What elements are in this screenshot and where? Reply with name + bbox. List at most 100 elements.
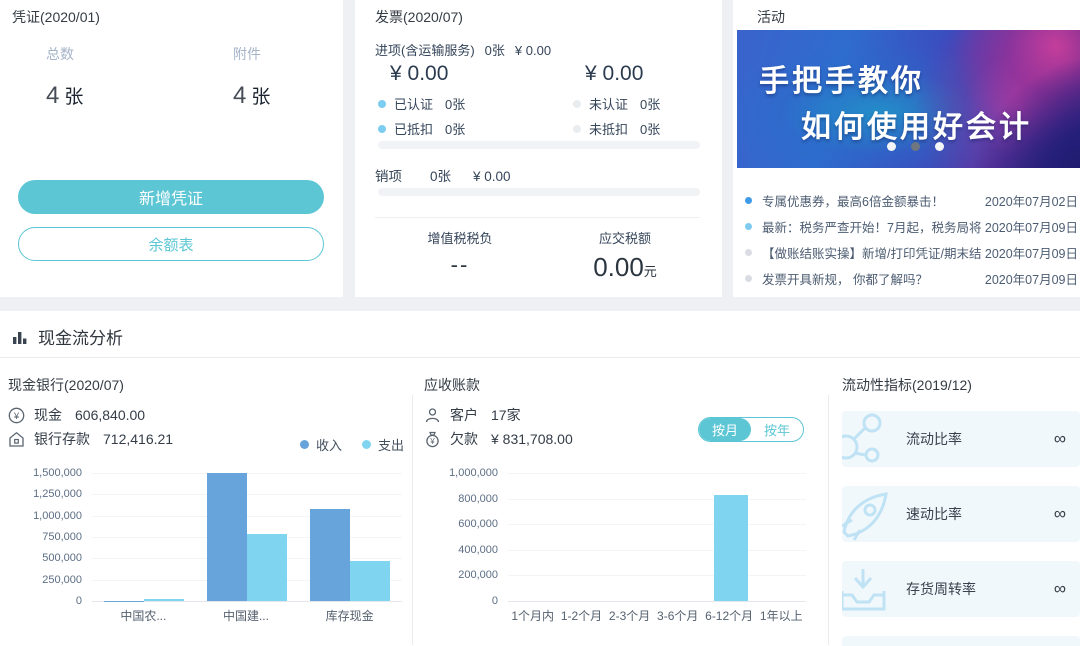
liquidity-card-list: 流动比率 ∞ 速动比率 ∞ 存货周转率 ∞ [842,411,1080,646]
news-dot-icon [745,197,752,204]
quick-ratio-value: ∞ [1054,504,1066,524]
news-item[interactable]: 【做账结账实操】新增/打印凭证/期末结转 2020年07月09日 [745,239,1078,265]
voucher-total-stat: 总数 4张 [46,44,83,110]
inventory-turnover-card[interactable]: 存货周转率 ∞ [842,561,1080,617]
cash-label: 现金 [34,405,62,425]
voucher-attachment-stat: 附件 4张 [233,44,270,110]
uncertified-dot-icon [573,100,581,108]
chart-legend: 收入 支出 [300,435,404,454]
news-date: 2020年07月02日 [985,191,1078,210]
debt-label: 欠款 [450,429,478,449]
tax-payable-label: 应交税额 [545,228,705,247]
news-date: 2020年07月09日 [985,243,1078,262]
carousel-dot-3[interactable] [935,142,944,151]
cashflow-section-header: 现金流分析 [12,324,123,349]
banner-headline-1: 手把手教你 [759,56,924,100]
news-date: 2020年07月09日 [985,217,1078,236]
invoice-output-amount: ¥ 0.00 [473,169,511,184]
receivable-panel: 应收账款 客户 17家 ¥ 欠款 ¥ 831,708.00 按月 按年 0200… [424,375,816,395]
customer-label: 客户 [450,405,478,425]
news-text: 发票开具新规， 你都了解吗？ [762,269,981,288]
column-divider [412,395,413,645]
cash-bank-title: 现金银行(2020/07) [8,375,412,395]
debt-value: ¥ 831,708.00 [491,431,573,447]
news-date: 2020年07月09日 [985,269,1078,288]
vat-burden-value: -- [380,252,540,278]
invoice-output-line: 销项0张¥ 0.00 [375,165,511,185]
rocket-icon [842,486,894,542]
deducted-stat: 已抵扣 0张 [378,119,465,138]
bar-chart-icon [12,329,28,345]
toggle-by-year[interactable]: 按年 [751,418,803,441]
deposit-row: 银行存款 712,416.21 [8,429,173,449]
news-item[interactable]: 发票开具新规， 你都了解吗？ 2020年07月09日 [745,265,1078,291]
news-item[interactable]: 专属优惠券，最高6倍金额暴击！ 2020年07月02日 [745,187,1078,213]
uncertified-count: 0张 [640,94,660,113]
liquidity-title: 流动性指标(2019/12) [842,375,1080,395]
voucher-card: 凭证(2020/01) 总数 4张 附件 4张 新增凭证 余额表 [0,0,343,297]
svg-text:¥: ¥ [13,411,20,422]
voucher-total-label: 总数 [46,44,83,64]
legend-expense-label: 支出 [378,435,404,454]
receivable-aging-bar-chart: 0200,000400,000600,000800,0001,000,0001个… [424,473,816,624]
svg-text:¥: ¥ [429,437,435,446]
legend-income-label: 收入 [316,435,342,454]
news-item[interactable]: 最新：税务严查开始！7月起，税务局将... 2020年07月09日 [745,213,1078,239]
deducted-count: 0张 [445,119,465,138]
undeducted-label: 未抵扣 [589,119,628,138]
period-toggle: 按月 按年 [698,417,804,442]
voucher-total-value: 4 [46,82,59,109]
news-list: 专属优惠券，最高6倍金额暴击！ 2020年07月02日 最新：税务严查开始！7月… [745,187,1078,291]
undeducted-count: 0张 [640,119,660,138]
voucher-card-title: 凭证(2020/01) [12,7,100,27]
invoice-input-line: 进项(含运输服务)0张¥ 0.00 [375,40,551,59]
deducted-label: 已抵扣 [394,119,433,138]
activity-card-title: 活动 [757,7,785,27]
news-dot-icon [745,223,752,230]
tax-payable-block: 应交税额 0.00元 [545,228,705,283]
carousel-dot-1[interactable] [887,142,896,151]
add-voucher-button[interactable]: 新增凭证 [18,180,324,214]
invoice-card: 发票(2020/07) 进项(含运输服务)0张¥ 0.00 ¥ 0.00 ¥ 0… [355,0,722,297]
voucher-attachment-unit: 张 [251,87,270,108]
customer-row: 客户 17家 [424,405,521,425]
uncertified-stat: 未认证 0张 [573,94,660,113]
liquidity-card-partial[interactable] [842,636,1080,646]
balance-sheet-button[interactable]: 余额表 [18,227,324,261]
coin-yuan-icon: ¥ [8,407,25,424]
cashflow-section: 现金流分析 现金银行(2020/07) ¥ 现金 606,840.00 银行存款… [0,311,1080,646]
carousel-dot-2[interactable] [911,142,920,151]
circle-icon [842,636,894,646]
legend-income[interactable]: 收入 [300,435,342,454]
section-divider [0,357,1080,358]
certified-amount: ¥ 0.00 [390,62,448,86]
invoice-output-label: 销项 [375,169,402,184]
news-text: 专属优惠券，最高6倍金额暴击！ [762,191,981,210]
invoice-input-label: 进项(含运输服务) [375,43,475,58]
customer-value: 17家 [491,405,521,425]
quick-ratio-card[interactable]: 速动比率 ∞ [842,486,1080,542]
cash-row: ¥ 现金 606,840.00 [8,405,145,425]
toggle-by-month[interactable]: 按月 [699,418,751,441]
banner-headline-2: 如何使用好会计 [801,102,1032,146]
deposit-label: 银行存款 [34,429,90,449]
current-ratio-card[interactable]: 流动比率 ∞ [842,411,1080,467]
promo-banner[interactable]: 手把手教你 如何使用好会计 [737,30,1080,168]
invoice-input-count: 0张 [485,43,505,58]
receivable-title: 应收账款 [424,375,816,395]
vat-burden-label: 增值税税负 [380,228,540,247]
inbox-icon [842,561,894,617]
cash-bank-panel: 现金银行(2020/07) ¥ 现金 606,840.00 银行存款 712,4… [8,375,412,395]
liquidity-panel: 流动性指标(2019/12) 流动比率 ∞ 速动比率 ∞ 存货周转 [842,375,1080,395]
certified-count: 0张 [445,94,465,113]
certified-stat: 已认证0张 [378,94,465,113]
column-divider [828,395,829,645]
vat-burden-block: 增值税税负 -- [380,228,540,278]
legend-expense[interactable]: 支出 [362,435,404,454]
uncertified-label: 未认证 [589,94,628,113]
bank-icon [8,431,25,448]
customer-icon [424,407,441,424]
current-ratio-value: ∞ [1054,429,1066,449]
molecule-icon [842,411,894,467]
undeducted-stat: 未抵扣 0张 [573,119,660,138]
